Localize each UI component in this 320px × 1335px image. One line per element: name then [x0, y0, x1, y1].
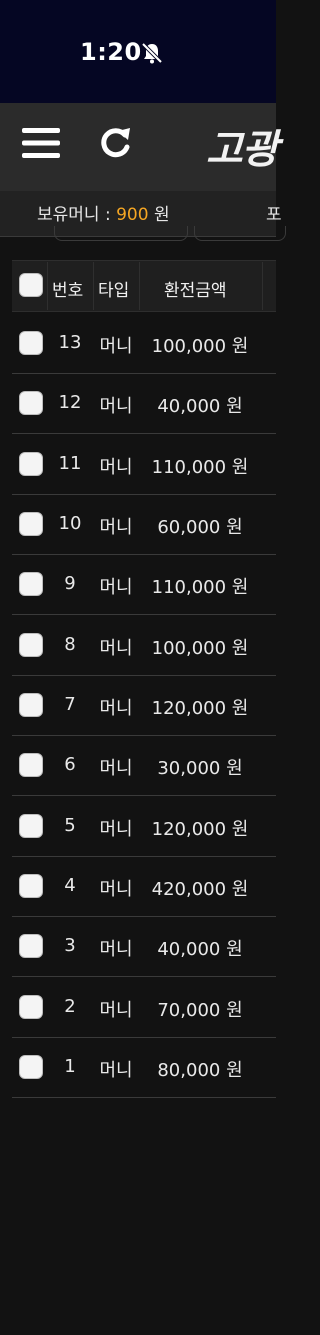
row-checkbox[interactable] — [19, 633, 43, 657]
row-checkbox[interactable] — [19, 874, 43, 898]
row-divider — [12, 373, 276, 374]
row-number: 1 — [64, 1056, 76, 1077]
column-divider — [139, 262, 140, 310]
row-type: 머니 — [99, 457, 133, 478]
row-type: 머니 — [99, 698, 133, 719]
row-amount: 30,000 원 — [157, 758, 243, 779]
row-divider — [12, 916, 276, 917]
row-divider — [12, 856, 276, 857]
tab-outline-right — [194, 226, 286, 241]
hamburger-menu-icon[interactable] — [22, 126, 60, 160]
header-number: 번호 — [52, 281, 84, 301]
row-divider — [12, 433, 276, 434]
row-type: 머니 — [99, 1060, 133, 1081]
select-all-checkbox[interactable] — [19, 273, 43, 297]
row-number: 10 — [58, 513, 82, 534]
status-time: 1:20 — [80, 38, 142, 66]
row-amount: 120,000 원 — [151, 819, 249, 840]
row-type: 머니 — [99, 336, 133, 357]
row-number: 5 — [64, 815, 76, 836]
row-divider — [12, 614, 276, 615]
row-amount: 40,000 원 — [157, 939, 243, 960]
column-divider — [47, 262, 48, 310]
row-checkbox[interactable] — [19, 814, 43, 838]
row-amount: 120,000 원 — [151, 698, 249, 719]
row-divider — [12, 795, 276, 796]
row-type: 머니 — [99, 577, 133, 598]
row-number: 9 — [64, 573, 76, 594]
row-number: 13 — [58, 332, 82, 353]
row-checkbox[interactable] — [19, 572, 43, 596]
row-amount: 110,000 원 — [151, 457, 249, 478]
balance-unit: 원 — [148, 205, 170, 225]
row-number: 7 — [64, 694, 76, 715]
row-divider — [12, 1097, 276, 1098]
balance-next-label: 포 — [266, 205, 282, 225]
row-type: 머니 — [99, 758, 133, 779]
column-divider — [262, 262, 263, 310]
row-number: 3 — [64, 935, 76, 956]
row-amount: 40,000 원 — [157, 396, 243, 417]
row-number: 12 — [58, 392, 82, 413]
row-divider — [12, 494, 276, 495]
row-divider — [12, 554, 276, 555]
balance-label: 보유머니 : — [37, 205, 117, 225]
row-type: 머니 — [99, 879, 133, 900]
row-number: 8 — [64, 634, 76, 655]
row-divider — [12, 1037, 276, 1038]
row-amount: 80,000 원 — [157, 1060, 243, 1081]
row-number: 4 — [64, 875, 76, 896]
row-amount: 100,000 원 — [151, 638, 249, 659]
row-checkbox[interactable] — [19, 452, 43, 476]
row-checkbox[interactable] — [19, 512, 43, 536]
row-type: 머니 — [99, 1000, 133, 1021]
site-logo[interactable]: 고광 — [206, 117, 279, 175]
row-amount: 100,000 원 — [151, 336, 249, 357]
row-checkbox[interactable] — [19, 934, 43, 958]
refresh-icon[interactable] — [98, 125, 132, 161]
row-type: 머니 — [99, 939, 133, 960]
row-number: 2 — [64, 996, 76, 1017]
row-divider — [12, 735, 276, 736]
balance-value: 900 — [116, 205, 149, 225]
row-divider — [12, 976, 276, 977]
row-number: 6 — [64, 754, 76, 775]
header-type: 타입 — [98, 281, 130, 301]
row-type: 머니 — [99, 517, 133, 538]
row-number: 11 — [58, 453, 82, 474]
column-divider — [93, 262, 94, 310]
header-amount: 환전금액 — [164, 281, 227, 301]
row-amount: 70,000 원 — [157, 1000, 243, 1021]
tab-outline-left — [54, 226, 188, 241]
row-checkbox[interactable] — [19, 995, 43, 1019]
balance-display: 보유머니 : 900 원 — [37, 200, 170, 225]
row-type: 머니 — [99, 819, 133, 840]
row-checkbox[interactable] — [19, 391, 43, 415]
row-amount: 60,000 원 — [157, 517, 243, 538]
bell-muted-icon — [141, 42, 163, 64]
row-checkbox[interactable] — [19, 1055, 43, 1079]
row-checkbox[interactable] — [19, 693, 43, 717]
row-type: 머니 — [99, 396, 133, 417]
row-type: 머니 — [99, 638, 133, 659]
row-amount: 110,000 원 — [151, 577, 249, 598]
row-amount: 420,000 원 — [151, 879, 249, 900]
row-divider — [12, 675, 276, 676]
row-checkbox[interactable] — [19, 331, 43, 355]
row-checkbox[interactable] — [19, 753, 43, 777]
